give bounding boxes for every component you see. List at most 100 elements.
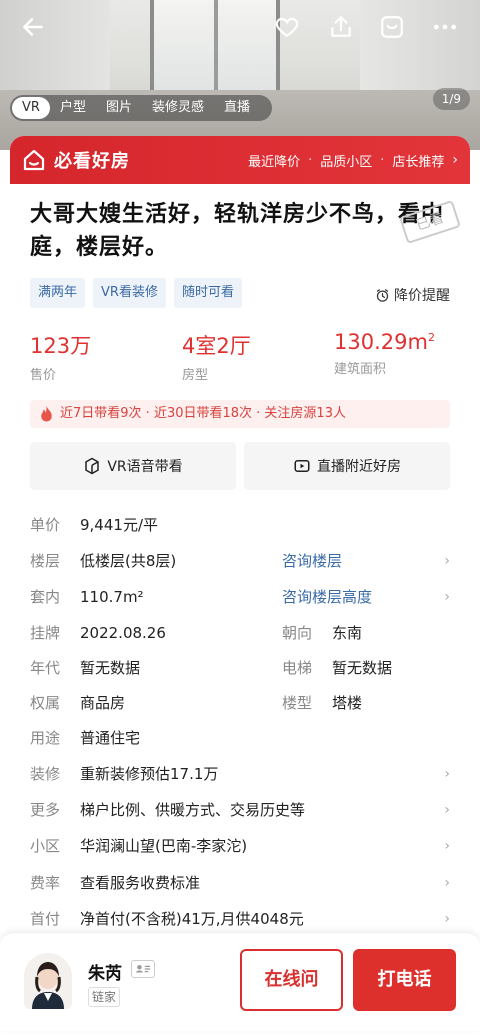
detail-value: 华润澜山望(巴南-李家沱)	[80, 837, 248, 855]
share-icon[interactable]	[326, 12, 356, 42]
detail-row-more[interactable]: 更多 梯户比例、供暖方式、交易历史等 ›	[30, 793, 450, 827]
detail-row-fee[interactable]: 费率 查看服务收费标准 ›	[30, 866, 450, 900]
detail-key: 费率	[30, 874, 61, 892]
agent-avatar[interactable]	[24, 953, 72, 1009]
brand-name: 必看好房	[54, 151, 130, 172]
detail-key: 年代	[30, 659, 61, 677]
brand: 必看好房	[22, 147, 130, 173]
agent-contact-bar: 朱芮 链家 在线问 打电话	[0, 932, 480, 1031]
vr-voice-tour-button[interactable]: VR语音带看	[30, 442, 236, 490]
detail-value: 塔楼	[332, 694, 363, 712]
detail-row-down-payment[interactable]: 首付 净首付(不含税)41万,月供4048元 ›	[30, 902, 450, 936]
listing-card: 必看好房 最近降价 · 品质小区 · 店长推荐 › 大哥大嫂生活好，轻轨洋房少不…	[10, 136, 470, 1036]
media-tab-vr[interactable]: VR	[12, 97, 50, 119]
vr-cube-icon	[85, 457, 100, 475]
separator-dot: ·	[308, 152, 313, 168]
detail-key: 楼层	[30, 552, 61, 570]
viewing-stats-text: 近7日带看9次 · 近30日带看18次 · 关注房源13人	[60, 406, 346, 421]
chevron-right-icon: ›	[452, 152, 458, 168]
consult-floor-link[interactable]: 咨询楼层	[282, 544, 342, 578]
back-arrow-icon[interactable]	[18, 12, 48, 42]
play-video-icon	[294, 460, 310, 472]
listing-title: 大哥大嫂生活好，轻轨洋房少不鸟，看中庭，楼层好。	[30, 202, 445, 260]
call-button[interactable]: 打电话	[353, 949, 456, 1011]
detail-row-community[interactable]: 小区 华润澜山望(巴南-李家沱) ›	[30, 829, 450, 863]
hero-photo[interactable]: VR 户型 图片 装修灵感 直播 1/9	[0, 0, 480, 150]
stat-label: 售价	[30, 368, 57, 383]
detail-value: 110.7m²	[80, 588, 144, 606]
separator-dot: ·	[380, 152, 385, 168]
banner-link-manager-pick[interactable]: 店长推荐	[392, 151, 444, 170]
detail-value: 重新装修预估17.1万	[80, 765, 219, 783]
viewing-stats-bar: 近7日带看9次 · 近30日带看18次 · 关注房源13人	[30, 400, 450, 428]
alarm-clock-icon	[376, 288, 389, 302]
detail-row-year: 年代 暂无数据 电梯 暂无数据	[30, 651, 450, 685]
detail-value: 9,441元/平	[80, 516, 158, 534]
vr-voice-tour-label: VR语音带看	[107, 459, 183, 475]
detail-key: 更多	[30, 801, 61, 819]
stat-value: 4室2厅	[182, 334, 251, 358]
stat-layout: 4室2厅 房型	[182, 330, 251, 383]
more-icon[interactable]	[430, 12, 460, 42]
price-alert-button[interactable]: 降价提醒	[375, 285, 450, 305]
promo-banner[interactable]: 必看好房 最近降价 · 品质小区 · 店长推荐 ›	[10, 136, 470, 184]
detail-key: 首付	[30, 910, 61, 928]
stat-value: 130.29m2	[334, 330, 435, 354]
detail-row-inner-area: 套内 110.7m² 咨询楼层高度 ›	[30, 580, 450, 614]
chevron-right-icon[interactable]: ›	[444, 580, 450, 614]
detail-key: 单价	[30, 516, 61, 534]
media-tab-floorplan[interactable]: 户型	[50, 97, 96, 119]
stat-label: 建筑面积	[334, 362, 387, 377]
detail-key: 朝向	[282, 624, 313, 642]
detail-key: 装修	[30, 765, 61, 783]
flame-icon	[41, 405, 52, 422]
detail-value: 2022.08.26	[80, 624, 166, 642]
stat-value: 123万	[30, 334, 92, 358]
message-icon[interactable]	[377, 12, 407, 42]
chevron-right-icon[interactable]: ›	[444, 829, 450, 863]
house-logo-icon	[23, 149, 45, 171]
chevron-right-icon[interactable]: ›	[444, 866, 450, 900]
stat-label: 房型	[182, 368, 209, 383]
price-alert-label: 降价提醒	[394, 288, 450, 304]
detail-key: 小区	[30, 837, 61, 855]
detail-value: 净首付(不含税)41万,月供4048元	[80, 910, 304, 928]
detail-key: 电梯	[282, 659, 313, 677]
detail-row-decoration[interactable]: 装修 重新装修预估17.1万 ›	[30, 757, 450, 791]
media-tab-live[interactable]: 直播	[214, 97, 260, 119]
media-tab-photos[interactable]: 图片	[96, 97, 142, 119]
consult-floor-height-link[interactable]: 咨询楼层高度	[282, 580, 372, 614]
area-number: 130.29m	[334, 330, 428, 354]
live-nearby-button[interactable]: 直播附近好房	[244, 442, 450, 490]
banner-link-price-drop[interactable]: 最近降价	[248, 151, 300, 170]
agent-company-badge: 链家	[88, 987, 121, 1007]
area-unit-sup: 2	[427, 331, 435, 344]
detail-value: 梯户比例、供暖方式、交易历史等	[80, 801, 306, 819]
online-chat-button[interactable]: 在线问	[240, 949, 343, 1011]
photo-window	[150, 0, 280, 95]
live-nearby-label: 直播附近好房	[317, 459, 401, 475]
detail-value: 低楼层(共8层)	[80, 552, 177, 570]
banner-links[interactable]: 最近降价 · 品质小区 · 店长推荐 ›	[248, 151, 458, 170]
stat-price: 123万 售价	[30, 330, 91, 383]
chevron-right-icon[interactable]: ›	[444, 544, 450, 578]
tag-list: 满两年 VR看装修 随时可看	[30, 278, 250, 308]
tag: VR看装修	[93, 278, 166, 308]
heart-icon[interactable]	[272, 12, 302, 42]
detail-key: 套内	[30, 588, 61, 606]
business-card-icon[interactable]	[131, 960, 155, 978]
detail-row-unit-price: 单价 9,441元/平	[30, 508, 450, 542]
chevron-right-icon[interactable]: ›	[444, 902, 450, 936]
chevron-right-icon[interactable]: ›	[444, 793, 450, 827]
banner-link-quality-community[interactable]: 品质小区	[320, 151, 372, 170]
agent-name: 朱芮	[88, 964, 122, 984]
media-tab-decor[interactable]: 装修灵感	[142, 97, 214, 119]
detail-value: 商品房	[80, 694, 126, 712]
detail-row-usage: 用途 普通住宅	[30, 721, 450, 755]
detail-row-listed: 挂牌 2022.08.26 朝向 东南	[30, 616, 450, 650]
detail-key: 用途	[30, 729, 61, 747]
detail-key: 楼型	[282, 694, 313, 712]
detail-key: 挂牌	[30, 624, 61, 642]
chevron-right-icon[interactable]: ›	[444, 757, 450, 791]
detail-row-ownership: 权属 商品房 楼型 塔楼	[30, 686, 450, 720]
